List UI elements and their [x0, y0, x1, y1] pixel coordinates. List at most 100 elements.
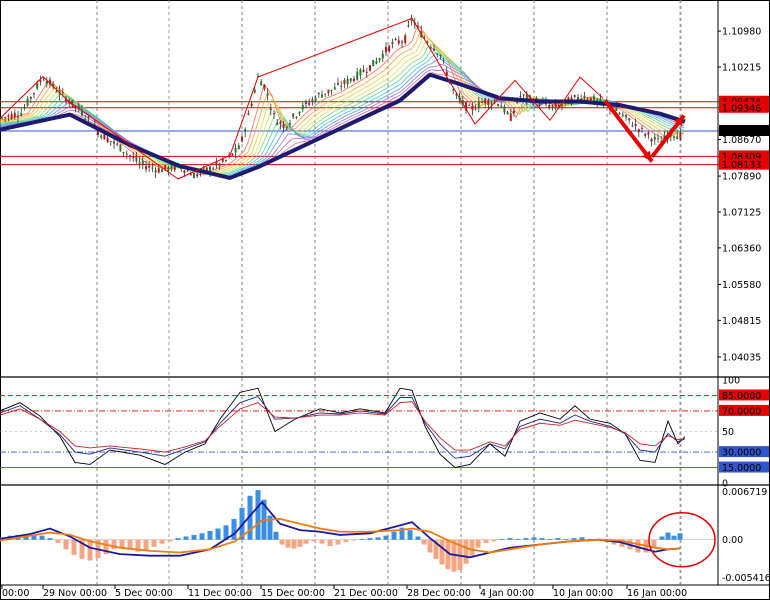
candle-body [285, 126, 288, 129]
candle-body [378, 58, 381, 60]
candle-body [484, 98, 487, 104]
candle-body [637, 129, 640, 133]
candle-body [42, 79, 45, 81]
macd-tick-label: 0.00 [722, 535, 743, 546]
candle-body [554, 103, 557, 109]
candle-body [164, 165, 167, 169]
price-tick-label: 1.08133 [722, 160, 761, 171]
macd-histogram-bar [151, 539, 157, 547]
time-tick-label: 15 Dec 00:00 [261, 588, 325, 599]
candle-body [404, 35, 407, 44]
macd-histogram-bar [199, 533, 205, 540]
macd-histogram-bar [175, 538, 181, 540]
candle-body [218, 163, 221, 166]
ribbon-ma-line [0, 38, 685, 175]
candle-body [196, 174, 199, 177]
candle-body [193, 173, 195, 179]
candle-body [125, 153, 128, 155]
candle-body [154, 169, 157, 173]
candle-body [122, 152, 125, 154]
candle-body [548, 104, 551, 109]
candle-body [372, 60, 375, 66]
candle-body [151, 167, 154, 169]
macd-histogram-bar [555, 538, 561, 540]
candle-body [212, 168, 215, 170]
candle-body [234, 148, 237, 153]
macd-signal-line [0, 500, 681, 559]
macd-histogram-bar [391, 531, 397, 540]
macd-histogram-bar [383, 535, 389, 540]
candle-body [292, 113, 295, 118]
candle-body [266, 93, 269, 96]
candle-body [116, 143, 119, 145]
candle-body [145, 166, 147, 170]
candle-body [7, 115, 10, 117]
candle-body [317, 93, 320, 95]
candle-body [148, 165, 151, 168]
time-tick-label: 16 Jan 00:00 [627, 588, 687, 599]
candle-body [289, 122, 291, 125]
time-tick-label: 28 Dec 00:00 [407, 588, 471, 599]
macd-histogram-bar [579, 537, 585, 540]
macd-histogram-bar [499, 538, 505, 540]
candle-body [650, 138, 653, 142]
price-tick-label: 1.05580 [722, 280, 761, 291]
candle-body [653, 136, 656, 140]
candle-body [657, 138, 659, 140]
time-tick-label: 11 Dec 00:00 [188, 588, 252, 599]
candle-body [33, 93, 35, 95]
macd-histogram-bar [111, 539, 117, 550]
candle-body [433, 48, 435, 51]
candle-body [394, 38, 397, 40]
candle-body [519, 95, 522, 97]
macd-histogram-bar [319, 539, 325, 544]
candle-body [343, 80, 346, 85]
candle-body [388, 45, 391, 52]
candle-body [183, 170, 186, 173]
osc-tick-label: 50 [722, 427, 734, 438]
macd-histogram-bar [231, 518, 237, 540]
macd-histogram-bar [475, 539, 481, 548]
candle-body [186, 170, 189, 172]
candle-body [327, 89, 330, 94]
candle-body [477, 101, 480, 108]
macd-histogram-bar [571, 538, 577, 540]
macd-histogram-bar [375, 537, 381, 540]
macd-histogram-bar [523, 538, 529, 540]
candle-body [573, 95, 576, 97]
candle-body [468, 105, 471, 107]
candle-body [301, 105, 304, 110]
candle-body [103, 134, 106, 140]
candle-body [538, 103, 541, 106]
candle-body [308, 103, 311, 105]
candle-body [439, 54, 442, 57]
macd-histogram-bar [63, 539, 69, 550]
candle-body [250, 103, 253, 107]
macd-histogram-bar [415, 536, 421, 540]
macd-histogram-bar [327, 539, 333, 547]
macd-histogram-bar [439, 539, 445, 565]
candle-body [346, 78, 349, 85]
macd-histogram-bar [515, 538, 521, 540]
candle-body [279, 121, 282, 125]
candle-body [20, 112, 23, 116]
macd-histogram-bar [407, 530, 413, 540]
price-tick-label: 1.09346 [722, 103, 761, 114]
macd-histogram-bar [297, 539, 303, 547]
price-tick-label: 1.07125 [722, 207, 761, 218]
candle-body [634, 124, 637, 127]
price-tick-label: 1.04035 [722, 352, 761, 363]
candle-body [500, 105, 503, 107]
candle-body [436, 53, 439, 55]
candle-body [253, 90, 256, 93]
time-tick-label: 5 Dec 00:00 [115, 588, 173, 599]
candle-body [276, 122, 279, 125]
time-tick-label: 10 Jan 00:00 [553, 588, 613, 599]
macd-histogram-bar [159, 539, 165, 544]
candle-body [26, 98, 29, 106]
chart-frame [0, 0, 770, 600]
chart-svg: 1.109801.102151.094741.093461.088511.086… [0, 0, 770, 600]
candle-body [97, 131, 99, 135]
macd-histogram-bar [351, 539, 357, 541]
chart-root: 1.109801.102151.094741.093461.088511.086… [0, 0, 770, 600]
